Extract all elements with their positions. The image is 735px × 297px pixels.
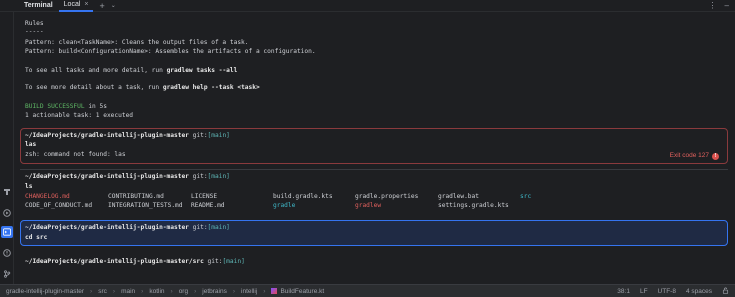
lock-icon[interactable] [722,287,729,296]
error-icon: ! [712,152,719,160]
prompt-line: ~/IdeaProjects/gradle-intellij-plugin-ma… [25,173,230,180]
chevron-right-icon: › [194,287,197,295]
ls-entry: gradlew.bat [438,193,479,200]
current-prompt[interactable]: ~/IdeaProjects/gradle-intellij-plugin-ma… [25,258,245,266]
indent-setting[interactable]: 4 spaces [686,288,712,295]
chevron-right-icon: › [263,287,266,295]
ls-entry: CODE_OF_CONDUCT.md [25,202,93,209]
breadcrumb: gradle-intellij-plugin-master › src › ma… [6,288,324,295]
line-separator[interactable]: LF [640,288,648,295]
ls-entry: INTEGRATION_TESTS.md [108,202,183,209]
chevron-right-icon: › [170,287,173,295]
breadcrumb-item[interactable]: src [98,288,107,295]
ls-entry: LICENSE [191,193,218,200]
close-tab-icon[interactable]: × [84,1,88,8]
ls-entry: gradle [273,202,296,209]
ls-entry: README.md [191,202,225,209]
tool-window-title: Terminal [24,2,53,9]
breadcrumb-item[interactable]: main [121,288,135,295]
run-icon[interactable] [1,207,13,219]
breadcrumb-item[interactable]: gradle-intellij-plugin-master [6,288,84,295]
prompt-line: ~/IdeaProjects/gradle-intellij-plugin-ma… [25,224,230,231]
more-options-icon[interactable]: ⋮ [709,0,717,12]
terminal-icon[interactable] [1,226,13,238]
output-line: Pattern: build<ConfigurationName>: Assem… [25,48,316,55]
ls-entry: build.gradle.kts [273,193,333,200]
minimize-icon[interactable]: – [725,0,729,12]
chevron-right-icon: › [141,287,144,295]
ls-entry: settings.gradle.kts [438,202,509,209]
chevron-right-icon: › [232,287,236,295]
add-tab-icon[interactable]: + [99,0,104,12]
chevron-down-icon[interactable]: ⌄ [111,2,116,9]
output-line: 1 actionable task: 1 executed [25,112,134,119]
command-text: las [25,141,37,148]
problems-icon[interactable] [1,247,13,259]
breadcrumb-item[interactable]: kotlin [149,288,164,295]
tool-stripe [0,12,14,284]
tab-local-label: Local [63,1,81,8]
ls-entry: gradlew [355,202,382,209]
block-divider [20,169,728,170]
ls-entry: src [520,193,532,200]
build-icon[interactable] [1,186,13,198]
ls-entry: CHANGELOG.md [25,193,70,200]
tab-local[interactable]: Local × [58,0,94,12]
breadcrumb-item[interactable]: org [179,288,188,295]
git-icon[interactable] [1,268,13,280]
build-status-line: BUILD SUCCESSFUL in 5s [25,103,107,110]
status-bar: gradle-intellij-plugin-master › src › ma… [0,284,735,297]
kotlin-file-icon [271,288,278,294]
ls-entry: CONTRIBUTING.md [108,193,164,200]
chevron-right-icon: › [112,287,116,295]
output-line: Rules [25,20,44,27]
chevron-right-icon: › [90,287,93,295]
output-line: Pattern: clean<TaskName>: Cleans the out… [25,39,249,46]
breadcrumb-item[interactable]: intellij [241,288,257,295]
breadcrumb-item[interactable]: jetbrains [202,288,227,295]
ls-entry: gradle.properties [355,193,419,200]
output-line: To see more detail about a task, run gra… [25,84,260,91]
output-line: ----- [25,28,44,35]
terminal-toolbar: Terminal Local × + ⌄ ⋮ – [0,0,735,12]
command-text: ls [25,183,33,190]
error-output: zsh: command not found: las [25,151,126,158]
caret-position[interactable]: 38:1 [617,288,630,295]
breadcrumb-item[interactable]: BuildFeature.kt [280,288,324,295]
exit-code-label: Exit code 127 [669,152,709,159]
output-line: To see all tasks and more detail, run gr… [25,67,238,74]
terminal-output[interactable]: Rules ----- Pattern: clean<TaskName>: Cl… [15,13,735,284]
file-encoding[interactable]: UTF-8 [658,288,676,295]
prompt-line: ~/IdeaProjects/gradle-intellij-plugin-ma… [25,132,230,139]
exit-code-badge: Exit code 127 ! [670,152,719,160]
command-text: cd src [25,234,48,241]
